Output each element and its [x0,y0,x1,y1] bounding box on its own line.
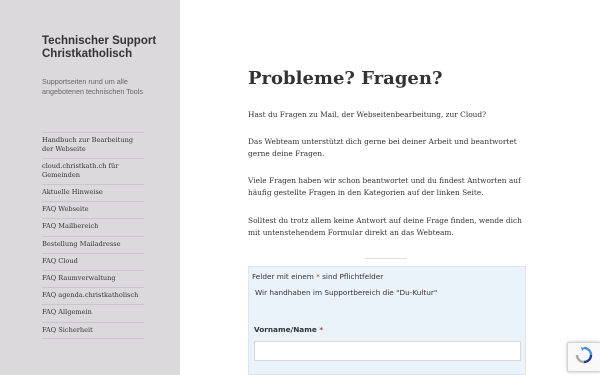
nav-item-faq-agenda[interactable]: FAQ agenda.christkatholisch [42,287,144,304]
nav-item-faq-webseite[interactable]: FAQ Webseite [42,201,144,218]
contact-form: Felder mit einem * sind Pflichtfelder Wi… [248,266,526,375]
recaptcha-icon [575,346,593,368]
main-content: Probleme? Fragen? Hast du Fragen zu Mail… [180,0,600,375]
nav-item-faq-sicherheit[interactable]: FAQ Sicherheit [42,321,144,339]
required-note-prefix: Felder mit einem [252,272,314,281]
nav-item-handbuch[interactable]: Handbuch zur Bearbeitung der Webseite [42,132,144,158]
nav-item-faq-mailbereich[interactable]: FAQ Mailbereich [42,218,144,235]
sidebar-nav: Handbuch zur Bearbeitung der Webseite cl… [42,132,144,339]
nav-item-faq-raumverwaltung[interactable]: FAQ Raumverwaltung [42,269,144,287]
nav-item-cloud-gemeinden[interactable]: cloud.christkath.ch für Gemeinden [42,158,144,184]
name-field-label: Vorname/Name * [254,325,323,335]
site-description: Supportseiten rund um alle angebotenen t… [42,77,143,96]
support-paragraph: Das Webteam unterstützt dich gerne bei d… [248,137,517,158]
nav-item-aktuelle-hinweise[interactable]: Aktuelle Hinweise [42,184,144,201]
du-kultur-note: Wir handhaben im Supportbereich die "Du-… [255,288,438,297]
site-title[interactable]: Technischer Support Christkatholisch [42,35,172,60]
nav-item-bestellung-mailadresse[interactable]: Bestellung Mailadresse [42,235,144,253]
sidebar: Technischer Support Christkatholisch Sup… [0,0,180,375]
contact-paragraph: Solltest du trotz allem keine Antwort au… [248,216,522,237]
nav-item-faq-allgemein[interactable]: FAQ Allgemein [42,304,144,321]
nav-item-faq-cloud[interactable]: FAQ Cloud [42,252,144,270]
intro-paragraph: Hast du Fragen zu Mail, der Webseitenbea… [248,110,487,119]
required-star: * [316,272,320,281]
page-title: Probleme? Fragen? [248,68,443,89]
required-fields-note: Felder mit einem * sind Pflichtfelder [252,272,383,282]
name-required-star: * [319,325,324,334]
name-label-text: Vorname/Name [254,325,317,334]
required-note-suffix: sind Pflichtfelder [322,272,384,281]
divider [365,258,407,259]
name-input[interactable] [254,341,521,361]
faq-paragraph: Viele Fragen haben wir schon beantwortet… [248,176,521,197]
recaptcha-badge[interactable] [567,342,600,372]
